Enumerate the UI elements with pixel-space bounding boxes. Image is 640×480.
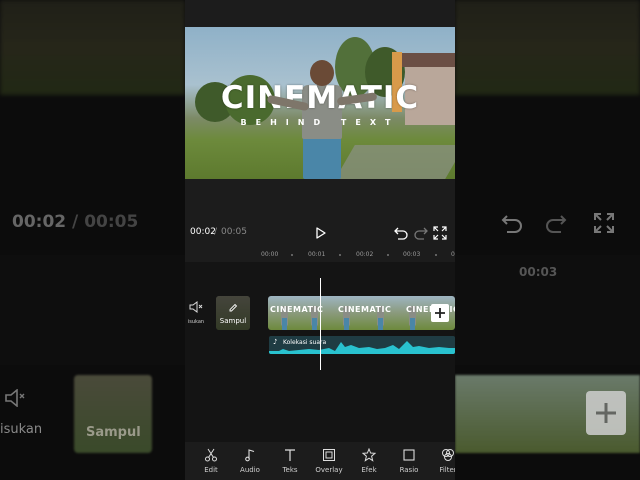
- tool-filter[interactable]: Filter: [428, 448, 455, 474]
- music-note-icon: ♪: [273, 338, 278, 346]
- backdrop-cover-thumb: [74, 375, 152, 453]
- playback-controls: 00:02 / 00:05: [185, 222, 455, 244]
- bottom-toolbar: Edit Audio Teks Overlay Efek Rasio Filte…: [185, 440, 455, 480]
- time-ruler[interactable]: 00:00 00:01 00:02 00:03 0: [185, 248, 455, 262]
- tool-effects[interactable]: Efek: [349, 448, 389, 474]
- pencil-icon: [229, 303, 238, 312]
- backdrop-add-button: [586, 391, 626, 435]
- undo-icon[interactable]: [394, 226, 408, 240]
- video-clip[interactable]: CINEMATIC CINEMATIC CINEMATIC: [268, 296, 455, 330]
- backdrop-undo-icon: [501, 215, 522, 233]
- effect-star-icon: [362, 448, 376, 462]
- backdrop-speaker-icon: [5, 389, 25, 407]
- audio-track[interactable]: ♪ Kolekasi suara: [269, 336, 455, 354]
- music-note-icon: [245, 449, 255, 462]
- fullscreen-icon[interactable]: [433, 226, 447, 240]
- video-preview[interactable]: CINEMATIC BEHIND TEXT: [185, 27, 455, 179]
- text-icon: [285, 449, 295, 461]
- left-backdrop: 00:02 / 00:05 isukan Sampul: [0, 0, 185, 480]
- overlay-icon: [323, 449, 335, 461]
- filter-icon: [442, 449, 454, 461]
- backdrop-redo-icon: [546, 215, 567, 233]
- playhead[interactable]: [320, 278, 321, 370]
- tool-text[interactable]: Teks: [270, 448, 310, 474]
- tool-ratio[interactable]: Rasio: [389, 448, 429, 474]
- total-time: 00:05: [221, 227, 247, 237]
- play-icon[interactable]: [313, 226, 327, 240]
- tool-overlay[interactable]: Overlay: [309, 448, 349, 474]
- backdrop-fullscreen-icon: [594, 213, 614, 233]
- current-time: 00:02: [190, 227, 216, 237]
- tool-audio[interactable]: Audio: [230, 448, 270, 474]
- right-backdrop: 00:03: [455, 0, 640, 480]
- mute-original-audio-button[interactable]: isukan: [185, 298, 207, 325]
- plus-icon: [435, 308, 445, 318]
- backdrop-time: 00:02 / 00:05: [12, 212, 139, 232]
- redo-icon[interactable]: [414, 226, 428, 240]
- tool-edit[interactable]: Edit: [191, 448, 231, 474]
- scissors-icon: [205, 448, 217, 462]
- ratio-square-icon: [403, 449, 415, 461]
- speaker-icon: [189, 301, 203, 313]
- add-clip-button[interactable]: [431, 304, 449, 322]
- cover-button[interactable]: Sampul: [216, 296, 250, 330]
- editor-panel: CINEMATIC BEHIND TEXT 00:02 / 00:05 00:0…: [185, 0, 455, 480]
- overlay-subtitle-text: BEHIND TEXT: [240, 118, 400, 127]
